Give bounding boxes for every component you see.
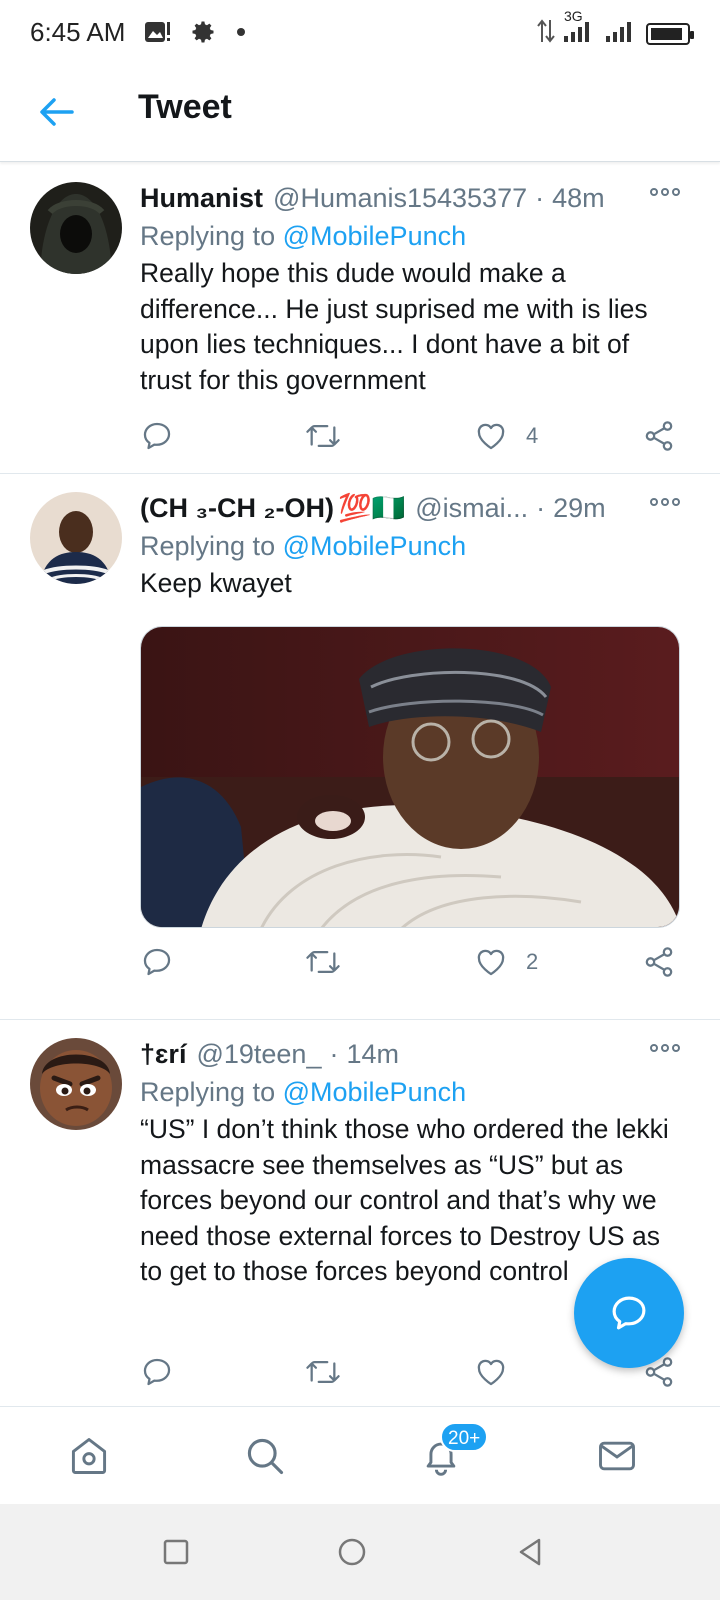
like-count: 4 (526, 423, 539, 448)
battery-icon (646, 22, 694, 45)
share-button[interactable] (642, 416, 676, 456)
heart-icon (477, 949, 505, 976)
status-right-group: 3G (536, 8, 694, 49)
tweet-media-image[interactable] (140, 626, 680, 928)
reply-icon (143, 948, 171, 976)
status-bar: 6:45 AM 3G (0, 0, 720, 64)
like-button[interactable] (474, 1352, 526, 1392)
tweet-text: Keep kwayet (140, 568, 292, 598)
nav-search[interactable] (242, 1433, 288, 1479)
reply-icon (143, 422, 171, 450)
back-arrow-icon (40, 98, 74, 126)
share-icon (645, 947, 673, 977)
user-handle[interactable]: @19teen_ (196, 1036, 321, 1072)
photo-man-in-cap (141, 627, 679, 927)
like-button[interactable]: 4 (474, 416, 538, 456)
data-arrows-icon (536, 18, 556, 49)
compose-reply-button[interactable] (574, 1258, 684, 1368)
more-options-icon[interactable] (650, 188, 680, 196)
tweet-header: †ɛrí @19teen_ · 14m (140, 1036, 680, 1072)
tweet-item[interactable]: Humanist @Humanis15435377 · 48m Replying… (0, 166, 720, 474)
network-label: 3G (564, 8, 583, 24)
signal-bars-icon (604, 18, 640, 49)
share-button[interactable] (642, 942, 676, 982)
reply-icon (143, 1358, 171, 1386)
tweet-item[interactable]: (CH ₃-CH ₂-OH) 💯🇳🇬 @ismai... · 29m Reply… (0, 476, 720, 1020)
tweet-actions: 2 (140, 942, 680, 982)
share-icon (645, 421, 673, 451)
display-name[interactable]: Humanist (140, 180, 263, 216)
tweet-header: Humanist @Humanis15435377 · 48m (140, 180, 680, 216)
tweet-time: 48m (552, 183, 605, 213)
display-name[interactable]: †ɛrí (140, 1036, 186, 1072)
page-title: Tweet (138, 88, 232, 126)
tweet-content: †ɛrí @19teen_ · 14m Replying to @MobileP… (140, 1036, 680, 1290)
retweet-button[interactable] (304, 1352, 342, 1392)
replying-prefix: Replying to (140, 531, 276, 561)
tweet-actions: 4 (140, 416, 680, 456)
tweet-text: Really hope this dude would make a diffe… (140, 258, 648, 395)
home-icon (71, 1438, 107, 1474)
mention-link[interactable]: @MobilePunch (283, 221, 467, 251)
top-app-bar: Tweet (0, 64, 720, 162)
bottom-navigation (0, 1406, 720, 1504)
square-icon (163, 1539, 189, 1565)
replying-prefix: Replying to (140, 1077, 276, 1107)
notification-dot-icon (235, 26, 247, 38)
replying-prefix: Replying to (140, 221, 276, 251)
replying-to: Replying to @MobilePunch (140, 218, 680, 254)
heart-icon (477, 1359, 505, 1386)
avatar[interactable] (30, 182, 122, 274)
tweet-time: 14m (346, 1039, 399, 1069)
back-system-button[interactable] (512, 1534, 548, 1570)
settings-gear-icon (189, 18, 217, 46)
heart-icon (477, 423, 505, 450)
tweet-text: “US” I don’t think those who ordered the… (140, 1114, 669, 1286)
status-time: 6:45 AM (30, 16, 126, 47)
tweet-content: (CH ₃-CH ₂-OH) 💯🇳🇬 @ismai... · 29m Reply… (140, 490, 680, 602)
notification-badge: 20+ (440, 1422, 489, 1452)
more-options-icon[interactable] (650, 1044, 680, 1052)
like-button[interactable]: 2 (474, 942, 538, 982)
back-button[interactable] (36, 92, 76, 132)
more-options-icon[interactable] (650, 498, 680, 506)
messages-icon (599, 1441, 635, 1471)
avatar[interactable] (30, 492, 122, 584)
retweet-button[interactable] (304, 416, 342, 456)
avatar[interactable] (30, 1038, 122, 1130)
name-emoji: 💯🇳🇬 (337, 493, 406, 523)
user-handle[interactable]: @Humanis15435377 (273, 180, 527, 216)
triangle-back-icon (519, 1538, 541, 1566)
circle-icon (338, 1538, 366, 1566)
separator: · (535, 183, 545, 213)
tweet-time: 29m (553, 493, 606, 523)
retweet-icon (306, 1360, 340, 1384)
mention-link[interactable]: @MobilePunch (283, 531, 467, 561)
like-count: 2 (526, 949, 539, 974)
recent-apps-button[interactable] (158, 1534, 194, 1570)
user-handle[interactable]: @ismai... (415, 490, 528, 526)
mention-link[interactable]: @MobilePunch (283, 1077, 467, 1107)
retweet-icon (306, 950, 340, 974)
nav-home[interactable] (66, 1433, 112, 1479)
reply-button[interactable] (140, 1352, 174, 1392)
home-system-button[interactable] (334, 1534, 370, 1570)
replying-to: Replying to @MobilePunch (140, 528, 680, 564)
retweet-button[interactable] (304, 942, 342, 982)
search-icon (247, 1438, 284, 1475)
system-navigation-bar (0, 1504, 720, 1600)
reply-bubble-icon (612, 1296, 646, 1330)
reply-button[interactable] (140, 942, 174, 982)
replying-to: Replying to @MobilePunch (140, 1074, 680, 1110)
nav-messages[interactable] (594, 1433, 640, 1479)
separator: · (329, 1039, 339, 1069)
separator: · (536, 493, 546, 523)
tweet-content: Humanist @Humanis15435377 · 48m Replying… (140, 180, 680, 398)
tweet-header: (CH ₃-CH ₂-OH) 💯🇳🇬 @ismai... · 29m (140, 490, 680, 526)
display-name[interactable]: (CH ₃-CH ₂-OH) (140, 490, 334, 526)
signal-3g-icon: 3G (562, 8, 598, 49)
reply-button[interactable] (140, 416, 174, 456)
retweet-icon (306, 424, 340, 448)
gallery-icon (143, 19, 171, 45)
